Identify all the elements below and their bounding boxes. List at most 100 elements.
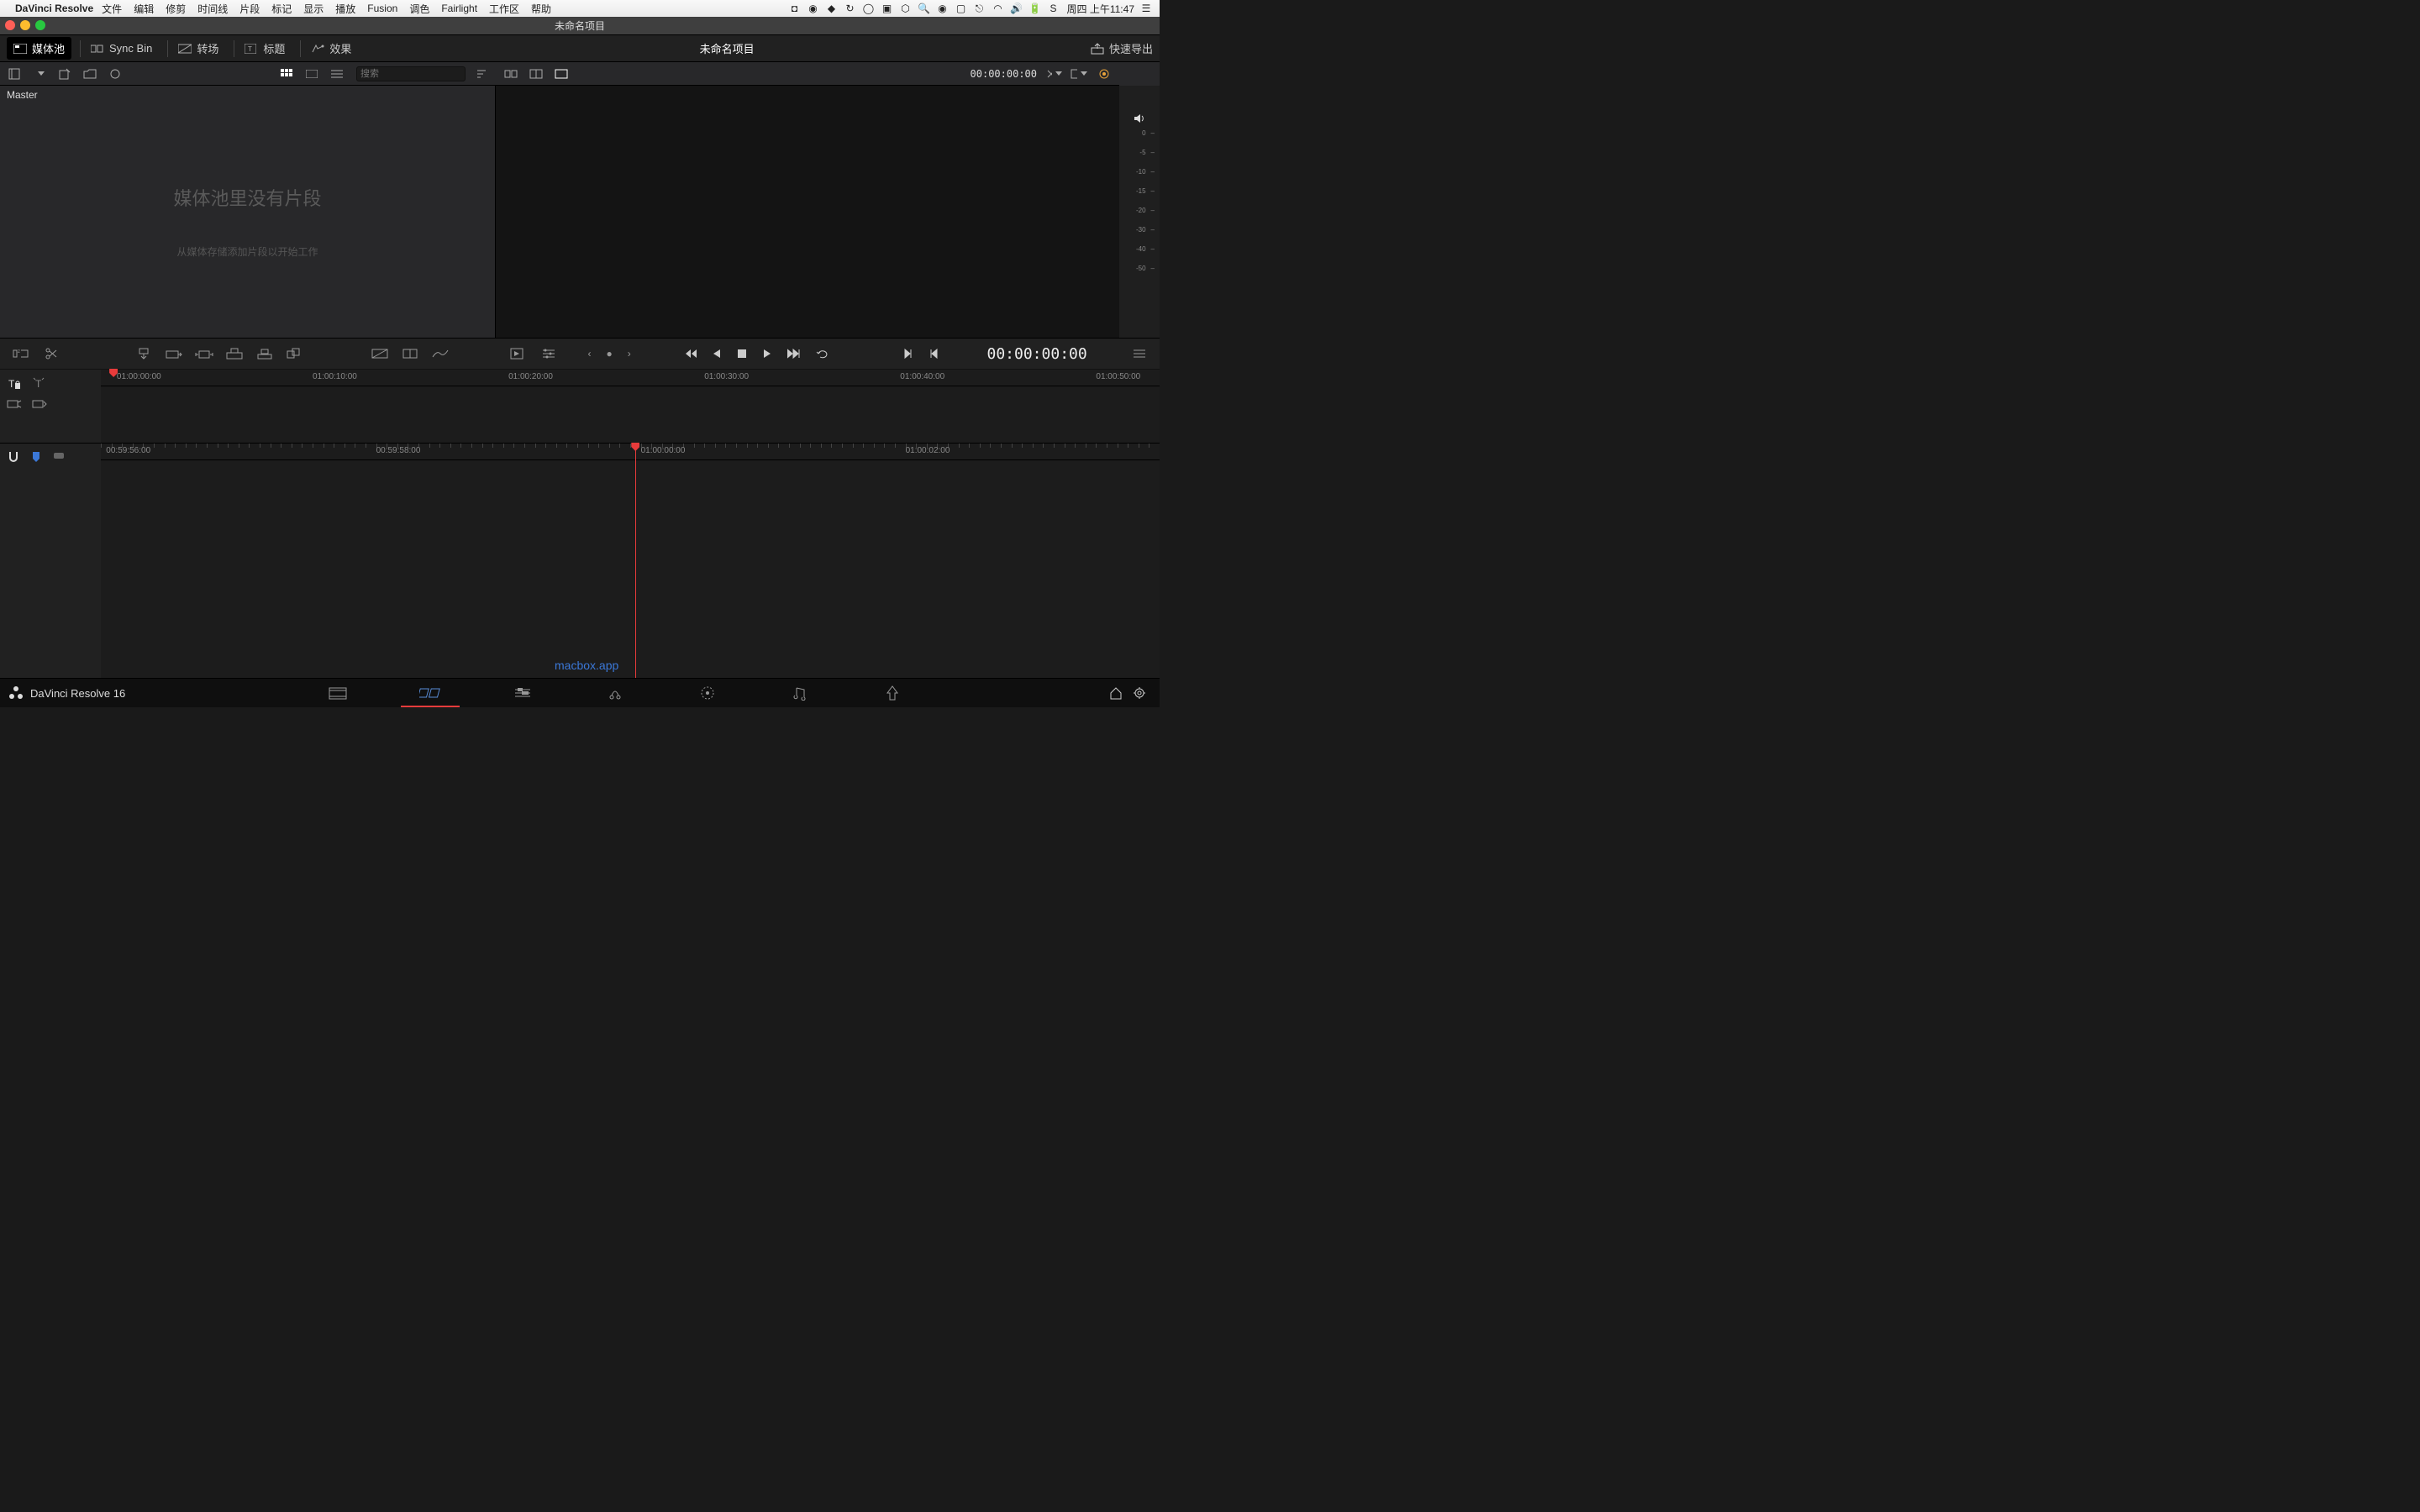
- marker-icon[interactable]: [30, 450, 42, 464]
- speaker-icon[interactable]: [1133, 113, 1146, 124]
- ws-transitions-button[interactable]: 转场: [171, 37, 225, 60]
- binlist-dropdown[interactable]: [30, 66, 49, 82]
- status-cube-icon[interactable]: ⬡: [899, 2, 913, 15]
- lock-playhead-icon[interactable]: T: [7, 376, 22, 391]
- timeline-menu-icon[interactable]: [1132, 346, 1148, 361]
- media-pool-empty[interactable]: 媒体池里没有片段 从媒体存储添加片段以开始工作: [0, 104, 495, 338]
- next-edit-icon[interactable]: [903, 348, 913, 360]
- list-view-button[interactable]: [328, 66, 346, 82]
- menu-fusion[interactable]: Fusion: [367, 3, 397, 14]
- smart-insert-icon[interactable]: z: [12, 346, 30, 361]
- status-list-icon[interactable]: ☰: [1139, 2, 1153, 15]
- upper-timeline-track[interactable]: 01:00:00:00 01:00:10:00 01:00:20:00 01:0…: [101, 370, 1160, 443]
- home-button[interactable]: [1104, 686, 1128, 700]
- flag-icon[interactable]: [52, 450, 66, 464]
- menu-mark[interactable]: 标记: [271, 2, 292, 16]
- append-clip-icon[interactable]: [165, 346, 183, 361]
- smooth-cut-icon[interactable]: [431, 346, 450, 361]
- go-start-icon[interactable]: [683, 348, 697, 360]
- page-cut[interactable]: [384, 679, 476, 707]
- viewer-timecode[interactable]: 00:00:00:00: [971, 68, 1037, 80]
- menubar-clock[interactable]: 周四 上午11:47: [1067, 2, 1134, 16]
- app-name[interactable]: DaVinci Resolve: [15, 3, 93, 14]
- sort-button[interactable]: [472, 66, 491, 82]
- step-back-icon[interactable]: [712, 348, 722, 360]
- place-on-top-icon[interactable]: [255, 346, 274, 361]
- status-bluetooth-icon[interactable]: ⎋: [973, 2, 986, 15]
- status-wifi-icon[interactable]: ◠: [992, 2, 1005, 15]
- status-circle-icon[interactable]: ◯: [862, 2, 876, 15]
- menu-fairlight[interactable]: Fairlight: [441, 3, 477, 14]
- scissors-icon[interactable]: [42, 346, 60, 361]
- bin-name[interactable]: Master: [0, 86, 495, 104]
- page-edit[interactable]: [476, 679, 569, 707]
- status-compass-icon[interactable]: ◉: [807, 2, 820, 15]
- menu-view[interactable]: 显示: [303, 2, 324, 16]
- menu-playback[interactable]: 播放: [335, 2, 355, 16]
- boring-detector-button[interactable]: [502, 66, 519, 81]
- page-fusion[interactable]: [569, 679, 661, 707]
- dissolve-icon[interactable]: [371, 346, 389, 361]
- import-folder-button[interactable]: [81, 66, 99, 82]
- status-battery-icon[interactable]: 🔋: [1028, 2, 1042, 15]
- menu-edit[interactable]: 编辑: [134, 2, 154, 16]
- quick-export-button[interactable]: 快速导出: [1091, 40, 1153, 56]
- lower-playhead[interactable]: [635, 444, 636, 678]
- status-sync-icon[interactable]: ↻: [844, 2, 857, 15]
- search-input[interactable]: [356, 66, 466, 81]
- timeline-options-icon[interactable]: [539, 346, 558, 361]
- page-media[interactable]: [292, 679, 384, 707]
- lower-ruler[interactable]: 00:59:56:00 00:59:58:00 01:00:00:00 01:0…: [101, 444, 1160, 460]
- strip-view-button[interactable]: [302, 66, 321, 82]
- menu-file[interactable]: 文件: [102, 2, 122, 16]
- play-icon[interactable]: [762, 348, 772, 360]
- split-screen-button[interactable]: [528, 66, 544, 81]
- settings-button[interactable]: [1128, 686, 1151, 700]
- closeup-icon[interactable]: [225, 346, 244, 361]
- video-only-icon[interactable]: [7, 398, 22, 410]
- status-shield-icon[interactable]: ◘: [788, 2, 802, 15]
- viewer-canvas[interactable]: [496, 86, 1119, 338]
- ws-effects-button[interactable]: 效果: [304, 37, 358, 60]
- ws-titles-button[interactable]: T 标题: [238, 37, 292, 60]
- status-display-icon[interactable]: ▣: [881, 2, 894, 15]
- bypass-button[interactable]: [1096, 66, 1113, 81]
- status-search-icon[interactable]: 🔍: [918, 2, 931, 15]
- menu-timeline[interactable]: 时间线: [197, 2, 228, 16]
- source-overwrite-icon[interactable]: [286, 346, 304, 361]
- menu-color[interactable]: 调色: [409, 2, 429, 16]
- status-teamviewer-icon[interactable]: ◆: [825, 2, 839, 15]
- insert-clip-icon[interactable]: [134, 346, 153, 361]
- go-end-icon[interactable]: [787, 348, 801, 360]
- snap-icon[interactable]: [7, 450, 20, 464]
- upper-playhead[interactable]: [113, 370, 114, 443]
- status-siri-icon[interactable]: ◉: [936, 2, 950, 15]
- binlist-button[interactable]: [5, 66, 24, 82]
- close-button[interactable]: [5, 20, 15, 30]
- fast-review-icon[interactable]: [509, 346, 528, 361]
- jog-left-icon[interactable]: ‹: [588, 348, 592, 360]
- free-playhead-icon[interactable]: T: [32, 376, 47, 391]
- upper-ruler[interactable]: 01:00:00:00 01:00:10:00 01:00:20:00 01:0…: [101, 370, 1160, 386]
- menu-help[interactable]: 帮助: [531, 2, 551, 16]
- tools-dropdown[interactable]: [1045, 66, 1062, 81]
- jog-center-icon[interactable]: ●: [607, 348, 613, 360]
- page-color[interactable]: [661, 679, 754, 707]
- status-airplay-icon[interactable]: ▢: [955, 2, 968, 15]
- thumbnail-view-button[interactable]: [277, 66, 296, 82]
- status-volume-icon[interactable]: 🔊: [1010, 2, 1023, 15]
- minimize-button[interactable]: [20, 20, 30, 30]
- loop-icon[interactable]: [816, 348, 829, 360]
- maximize-button[interactable]: [35, 20, 45, 30]
- transport-timecode[interactable]: 00:00:00:00: [987, 345, 1087, 363]
- page-fairlight[interactable]: [754, 679, 846, 707]
- menu-clip[interactable]: 片段: [239, 2, 260, 16]
- cut-icon[interactable]: [401, 346, 419, 361]
- menu-workspace[interactable]: 工作区: [489, 2, 519, 16]
- status-input-icon[interactable]: S: [1047, 2, 1060, 15]
- lower-timeline-track[interactable]: 00:59:56:00 00:59:58:00 01:00:00:00 01:0…: [101, 444, 1160, 678]
- import-media-button[interactable]: [55, 66, 74, 82]
- menu-trim[interactable]: 修剪: [166, 2, 186, 16]
- ws-syncbin-button[interactable]: Sync Bin: [84, 39, 159, 58]
- aspect-button[interactable]: [553, 66, 570, 81]
